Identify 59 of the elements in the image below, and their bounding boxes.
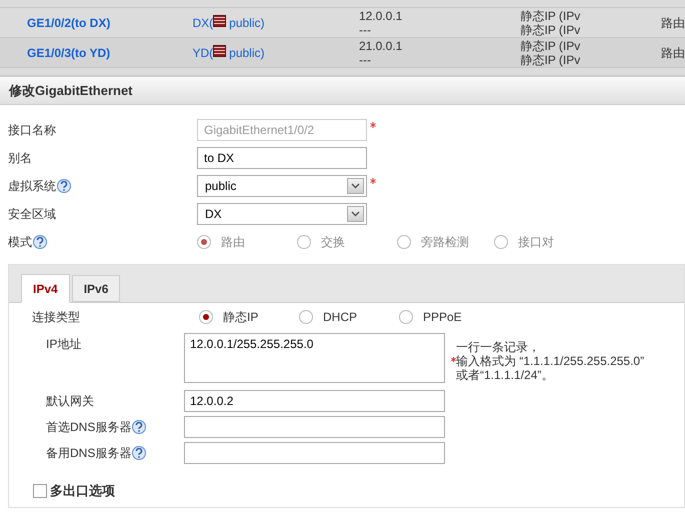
type-text: 静态IP (IPv (520, 8, 582, 22)
dialog-title: 修改GigabitEthernet (9, 82, 133, 100)
interface-link[interactable]: GE1/0/3(to YD) (27, 46, 110, 60)
field-label: 虚拟系统 (8, 178, 56, 195)
ip-text: --- (358, 52, 372, 66)
vsys-link[interactable]: public) (229, 44, 265, 62)
zone-text: DX( (192, 14, 214, 32)
select-field[interactable]: DX (197, 203, 367, 225)
radio-button[interactable] (399, 310, 413, 324)
mode-text: 路由 (661, 14, 685, 32)
field-label: 别名 (8, 150, 32, 167)
firewall-icon (213, 14, 226, 26)
select-field[interactable]: public (197, 175, 367, 197)
radio-label: PPPoE (423, 309, 462, 326)
zone-text: YD( (192, 44, 214, 62)
ip-text: --- (358, 22, 372, 36)
radio-label: 接口对 (518, 234, 554, 251)
table-row[interactable]: GE1/0/3(to YD) YD( public) 21.0.0.1 --- 静态IP (IPv 静态IP (IPv 路由 (0, 38, 685, 68)
field-label: 接口名称 (8, 122, 56, 139)
required-mark (451, 357, 456, 362)
radio-label: 静态IP (223, 309, 258, 326)
interface-link[interactable]: GE1/0/2(to DX) (27, 16, 110, 30)
field-label: 首选DNS服务器 (46, 419, 132, 436)
text-field[interactable]: to DX (197, 147, 367, 169)
help-icon[interactable] (132, 446, 146, 460)
field-label: 连接类型 (32, 309, 81, 326)
radio-button[interactable] (299, 310, 313, 324)
checkbox[interactable] (33, 484, 47, 498)
text-field[interactable] (184, 416, 445, 438)
tab[interactable]: IPv4 (21, 274, 70, 303)
ip-address-field[interactable]: 12.0.0.1/255.255.255.0 (184, 333, 445, 383)
firewall-icon (213, 44, 226, 56)
hint-text: 输入格式为 “1.1.1.1/255.255.255.0” (456, 354, 644, 368)
hint-text: 或者“1.1.1.1/24”。 (456, 368, 554, 382)
type-text: 静态IP (IPv (520, 22, 582, 36)
help-icon[interactable] (57, 179, 71, 193)
hint-text: 一行一条记录， (456, 340, 540, 354)
radio-label: DHCP (323, 309, 358, 326)
field-label: 默认网关 (46, 393, 94, 410)
text-field[interactable]: 12.0.0.2 (184, 390, 445, 412)
checkbox-label: 多出口选项 (50, 482, 115, 500)
field-label: IP地址 (45, 336, 82, 353)
help-icon[interactable] (132, 420, 146, 434)
radio-label: 交换 (321, 234, 345, 251)
radio-label: 旁路检测 (421, 234, 469, 251)
radio-label: 路由 (221, 234, 245, 251)
type-text: 静态IP (IPv (520, 38, 582, 52)
field-label: 模式 (8, 234, 32, 251)
ip-text: 21.0.0.1 (358, 38, 404, 52)
ip-text: 12.0.0.1 (358, 8, 404, 22)
vsys-link[interactable]: public) (229, 14, 265, 32)
field-label: 备用DNS服务器 (46, 445, 132, 462)
table-row[interactable]: GE1/0/2(to DX) DX( public) 12.0.0.1 --- 静态IP (IPv 静态IP (IPv 路由 (0, 8, 685, 38)
tab[interactable]: IPv6 (72, 275, 120, 302)
field-label: 安全区域 (8, 206, 56, 223)
text-field[interactable] (184, 442, 445, 464)
mode-text: 路由 (661, 44, 685, 62)
type-text: 静态IP (IPv (520, 52, 582, 66)
radio-button[interactable] (199, 310, 213, 324)
